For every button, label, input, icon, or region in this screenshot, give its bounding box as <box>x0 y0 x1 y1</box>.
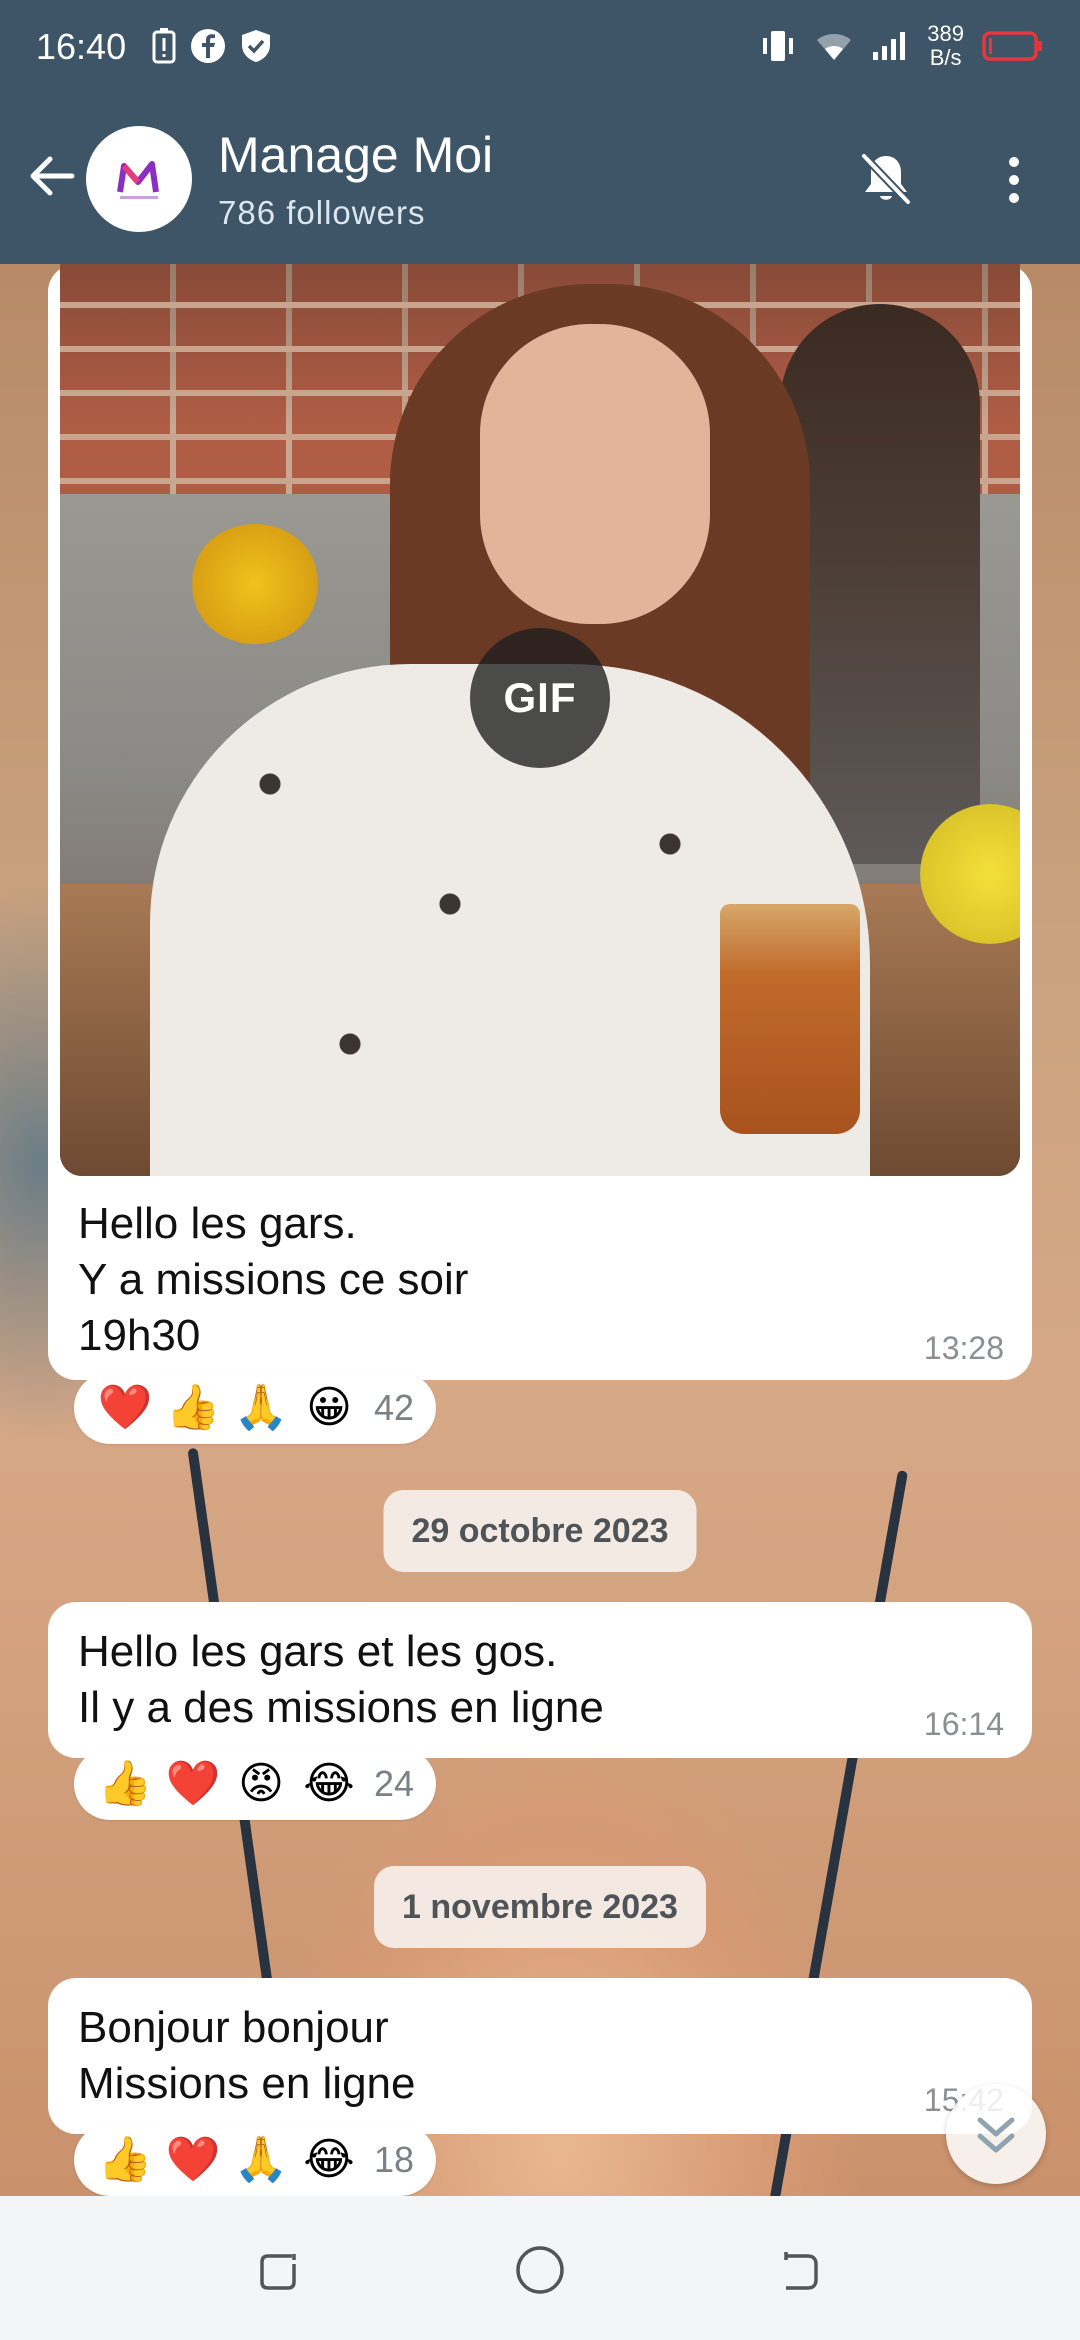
date-separator: 1 novembre 2023 <box>374 1866 706 1948</box>
status-right-icons: 389 B/s <box>759 22 1044 70</box>
status-bar: 16:40 389 B/s <box>0 0 1080 96</box>
message-line: Y a missions ce soir <box>78 1255 469 1304</box>
battery-low-icon <box>982 31 1042 61</box>
message-bubble-3[interactable]: Bonjour bonjour Missions en ligne 15:42 <box>48 1978 1032 2134</box>
reaction-laugh[interactable]: 😂 <box>300 2132 358 2188</box>
network-speed: 389 B/s <box>927 22 964 70</box>
more-vertical-icon[interactable] <box>994 150 1034 210</box>
message-line: 19h30 <box>78 1311 201 1360</box>
reaction-pray[interactable]: 🙏 <box>232 1380 290 1436</box>
reactions-bar-3[interactable]: 👍 ❤️ 🙏 😂 18 <box>74 2124 437 2196</box>
reaction-heart[interactable]: ❤️ <box>164 2132 222 2188</box>
chat-area[interactable]: GIF Hello les gars. Y a missions ce soir… <box>0 264 1080 2196</box>
message-line: Missions en ligne <box>78 2059 416 2108</box>
channel-title[interactable]: Manage Moi <box>218 126 493 184</box>
reaction-thumbs-up[interactable]: 👍 <box>96 1756 154 1812</box>
gif-media[interactable]: GIF <box>60 264 1020 1176</box>
reaction-laugh[interactable]: 😂 <box>300 1756 358 1812</box>
reactions-bar-2[interactable]: 👍 ❤️ 😡 😂 24 <box>74 1748 437 1820</box>
back-nav-icon[interactable] <box>770 2240 830 2300</box>
message-text-3: Bonjour bonjour Missions en ligne <box>78 2000 416 2112</box>
system-nav-bar <box>0 2196 1080 2340</box>
message-text-1: Hello les gars. Y a missions ce soir 19h… <box>78 1196 468 1364</box>
recents-icon[interactable] <box>250 2240 310 2300</box>
vibrate-icon <box>763 31 794 61</box>
shield-check-icon <box>242 30 270 62</box>
message-bubble-2[interactable]: Hello les gars et les gos. Il y a des mi… <box>48 1602 1032 1758</box>
gif-background-person <box>780 304 980 864</box>
wifi-icon <box>817 34 852 60</box>
back-arrow-icon[interactable] <box>22 146 82 206</box>
network-speed-value: 389 <box>927 21 964 46</box>
chat-header: Manage Moi 786 followers <box>0 96 1080 264</box>
followers-count[interactable]: 786 followers <box>218 194 425 232</box>
chevron-double-down-icon <box>977 2117 1015 2153</box>
home-icon[interactable] <box>510 2240 570 2300</box>
status-left-icons <box>152 28 272 64</box>
reaction-grin[interactable]: 😀 <box>300 1380 358 1436</box>
reactions-bar-1[interactable]: ❤️ 👍 🙏 😀 42 <box>74 1372 437 1444</box>
message-bubble-1[interactable]: GIF Hello les gars. Y a missions ce soir… <box>48 264 1032 1380</box>
message-line: Il y a des missions en ligne <box>78 1683 604 1732</box>
gif-beer-glass <box>720 904 860 1134</box>
status-time: 16:40 <box>36 26 127 67</box>
channel-avatar[interactable] <box>86 126 192 232</box>
date-separator: 29 octobre 2023 <box>383 1490 697 1572</box>
scroll-down-button[interactable] <box>946 2084 1046 2184</box>
reaction-thumbs-up[interactable]: 👍 <box>164 1380 222 1436</box>
gif-flowers <box>190 524 320 644</box>
message-line: Bonjour bonjour <box>78 2003 389 2052</box>
reaction-heart[interactable]: ❤️ <box>96 1380 154 1436</box>
reaction-angry[interactable]: 😡 <box>232 1756 290 1812</box>
reaction-pray[interactable]: 🙏 <box>232 2132 290 2188</box>
gif-woman-face <box>480 324 710 624</box>
message-line: Hello les gars et les gos. <box>78 1627 558 1676</box>
facebook-icon <box>191 29 225 63</box>
reaction-thumbs-up[interactable]: 👍 <box>96 2132 154 2188</box>
manage-moi-logo-icon <box>117 161 159 199</box>
signal-icon <box>873 32 906 60</box>
message-text-2: Hello les gars et les gos. Il y a des mi… <box>78 1624 604 1736</box>
reaction-heart[interactable]: ❤️ <box>164 1756 222 1812</box>
gif-play-badge[interactable]: GIF <box>470 628 610 768</box>
message-time-1: 13:28 <box>923 1330 1004 1366</box>
reaction-count-1: 42 <box>374 1387 415 1428</box>
message-time-2: 16:14 <box>923 1706 1004 1742</box>
network-speed-unit: B/s <box>929 45 962 70</box>
battery-alert-icon <box>152 28 176 64</box>
reaction-count-3: 18 <box>374 2139 415 2180</box>
reaction-count-2: 24 <box>374 1763 415 1804</box>
message-line: Hello les gars. <box>78 1199 357 1248</box>
bell-off-icon[interactable] <box>856 148 916 208</box>
